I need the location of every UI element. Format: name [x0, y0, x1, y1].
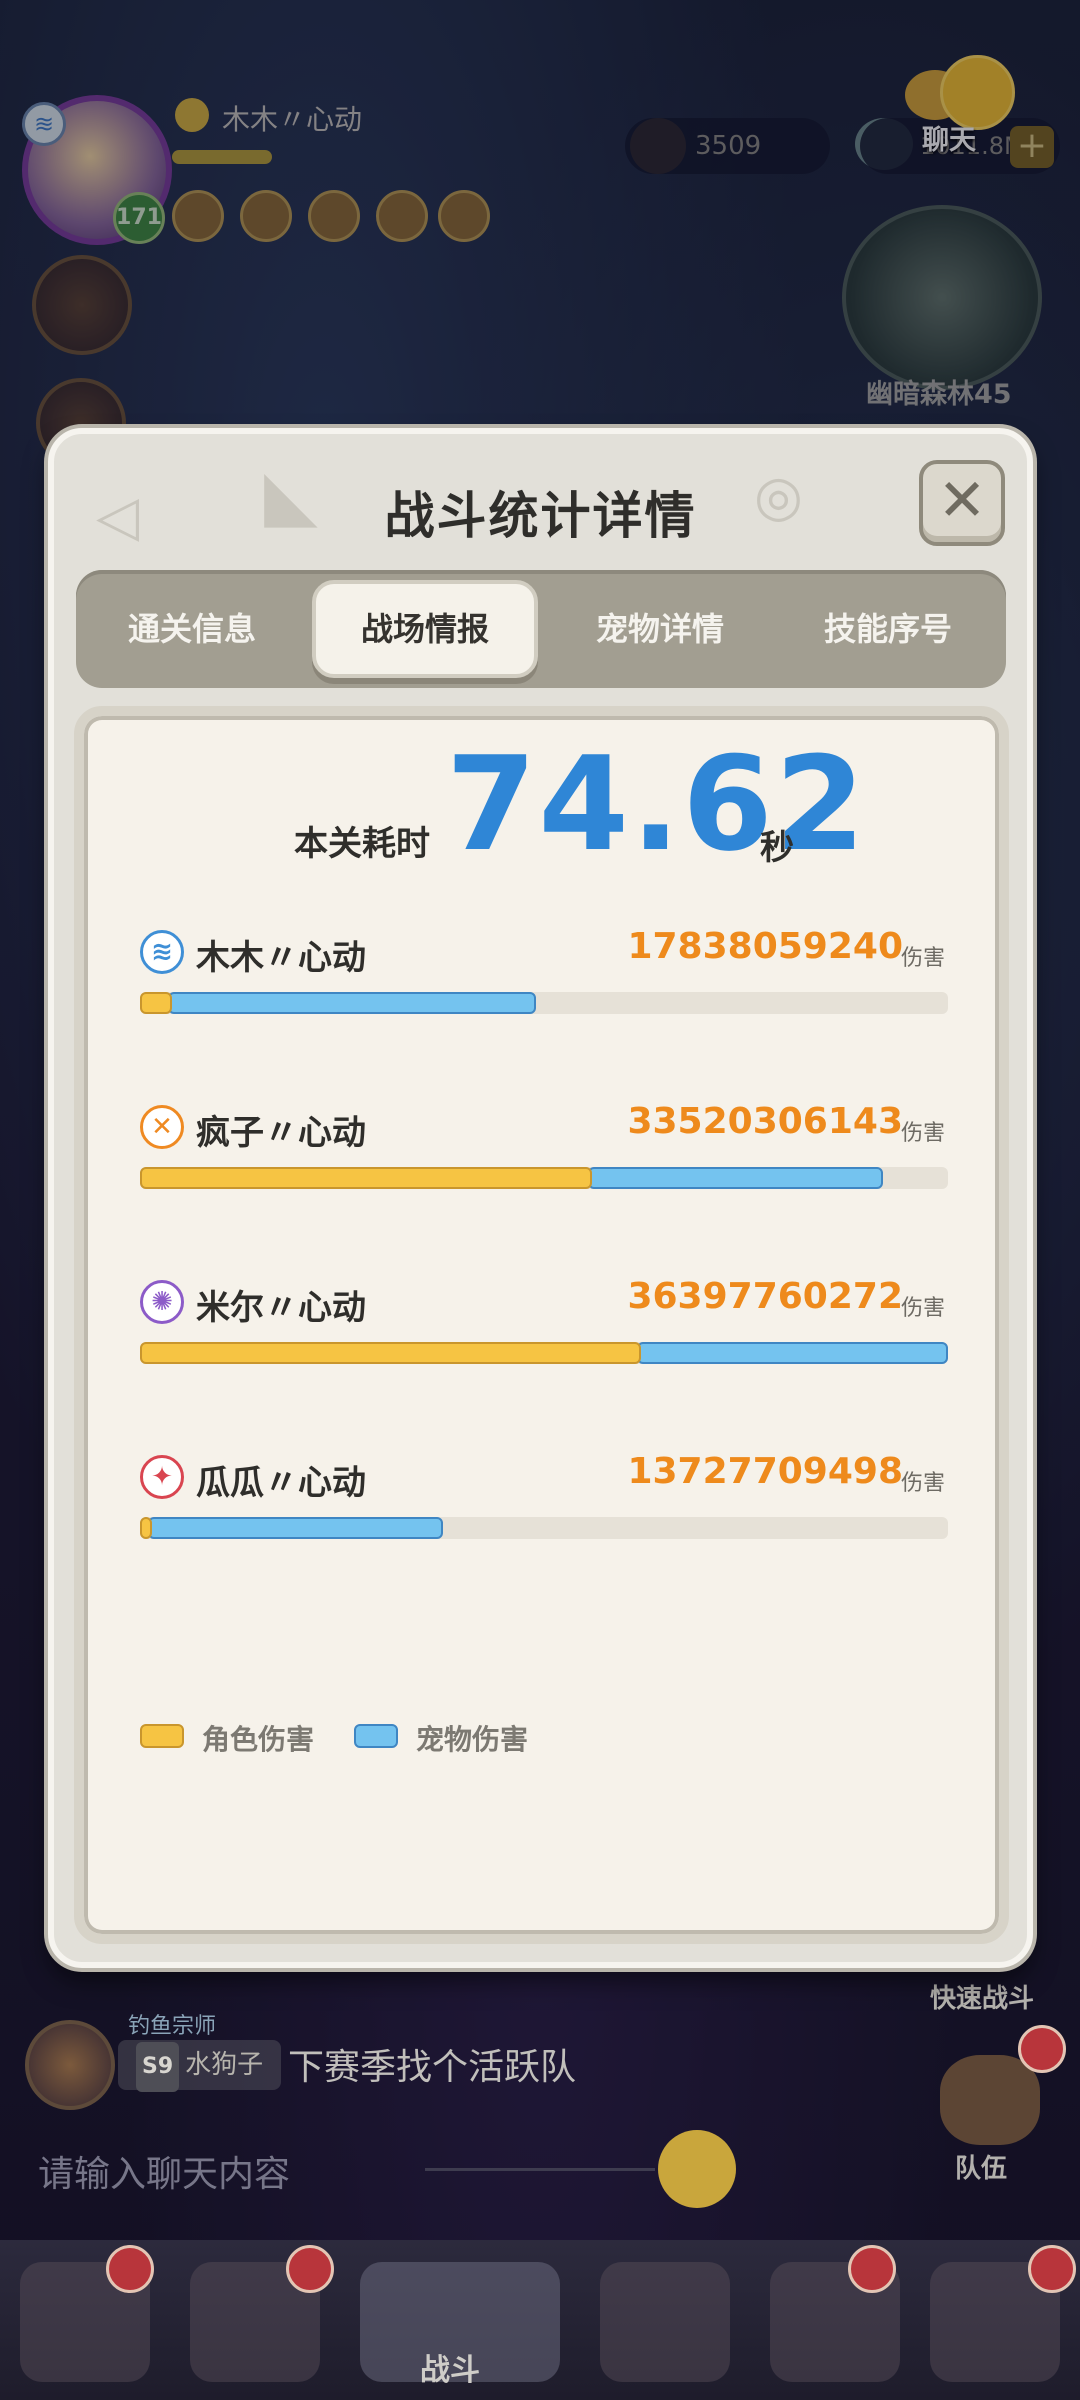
- notification-dot-icon: [1028, 2245, 1076, 2293]
- damage-value: 17838059240: [627, 926, 903, 967]
- legend-char-swatch: [140, 1724, 184, 1748]
- legend-char-label: 角色伤害: [202, 1723, 315, 1756]
- player-name: 瓜瓜〃心动: [196, 1463, 366, 1503]
- magic-class-icon: ✺: [140, 1280, 184, 1324]
- team-button[interactable]: 队伍: [955, 2148, 1007, 2185]
- damage-unit: 伤害: [900, 946, 945, 971]
- time-unit: 秒: [760, 828, 794, 868]
- char-damage-bar: [140, 1342, 641, 1364]
- fighter-class-icon: ✦: [140, 1455, 184, 1499]
- char-damage-bar: [140, 992, 172, 1014]
- player-damage-row: ✕ 疯子〃心动 33520306143 伤害: [84, 1101, 999, 1221]
- chat-message: 下赛季找个活跃队: [288, 2047, 577, 2088]
- damage-unit: 伤害: [900, 1121, 945, 1146]
- team-icon[interactable]: [940, 2055, 1040, 2145]
- pet-damage-bar: [148, 1517, 443, 1539]
- chat-input[interactable]: 请输入聊天内容: [38, 2145, 290, 2197]
- time-label: 本关耗时: [294, 824, 430, 864]
- emoji-button[interactable]: [658, 2130, 736, 2208]
- team-notification-icon: [1018, 2025, 1066, 2073]
- wind-class-icon: ≋: [140, 930, 184, 974]
- pet-damage-bar: [588, 1167, 883, 1189]
- damage-value: 36397760272: [627, 1276, 903, 1317]
- quick-battle-button[interactable]: 快速战斗: [930, 1978, 1034, 2015]
- nav-tab-4[interactable]: [600, 2262, 730, 2382]
- pet-damage-bar: [168, 992, 536, 1014]
- pet-damage-bar: [637, 1342, 948, 1364]
- tab-skill-order[interactable]: 技能序号: [776, 580, 1000, 678]
- notification-dot-icon: [286, 2245, 334, 2293]
- player-name: 木木〃心动: [196, 938, 366, 978]
- close-button[interactable]: ✕: [919, 460, 1005, 546]
- chat-sender-avatar[interactable]: [25, 2020, 115, 2110]
- damage-unit: 伤害: [900, 1296, 945, 1321]
- time-value: 74.62: [446, 728, 868, 880]
- player-damage-row: ✦ 瓜瓜〃心动 13727709498 伤害: [84, 1451, 999, 1571]
- battle-stats-modal: ◁ ◣ ◎ 战斗统计详情 ✕ 通关信息 战场情报 宠物详情 技能序号 本关耗时 …: [48, 428, 1033, 1968]
- tab-pet-details[interactable]: 宠物详情: [550, 580, 770, 678]
- legend-pet-swatch: [354, 1724, 398, 1748]
- chat-input-underline: [425, 2168, 655, 2171]
- damage-value: 33520306143: [627, 1101, 903, 1142]
- player-damage-row: ≋ 木木〃心动 17838059240 伤害: [84, 926, 999, 1046]
- damage-value: 13727709498: [627, 1451, 903, 1492]
- tab-clear-info[interactable]: 通关信息: [82, 580, 302, 678]
- damage-unit: 伤害: [900, 1471, 945, 1496]
- player-name: 疯子〃心动: [196, 1113, 366, 1153]
- notification-dot-icon: [106, 2245, 154, 2293]
- nav-battle-label[interactable]: 战斗: [420, 2345, 480, 2389]
- chat-sender-name: 水狗子: [185, 2050, 264, 2080]
- battle-intel-panel: 本关耗时 74.62 秒 ≋ 木木〃心动 17838059240 伤害 ✕ 疯子〃心动 33…: [74, 706, 1009, 1944]
- chat-sender-tag: S9 水狗子: [118, 2040, 282, 2092]
- notification-dot-icon: [848, 2245, 896, 2293]
- chat-sender-title: 钓鱼宗师: [128, 2014, 217, 2039]
- tab-bar: 通关信息 战场情报 宠物详情 技能序号: [76, 570, 1006, 688]
- player-name: 米尔〃心动: [196, 1288, 366, 1328]
- blade-class-icon: ✕: [140, 1105, 184, 1149]
- char-damage-bar: [140, 1167, 592, 1189]
- player-damage-row: ✺ 米尔〃心动 36397760272 伤害: [84, 1276, 999, 1396]
- season-badge: S9: [136, 2042, 180, 2092]
- tab-battle-intel[interactable]: 战场情报: [312, 580, 538, 678]
- modal-title: 战斗统计详情: [384, 487, 697, 545]
- char-damage-bar: [140, 1517, 152, 1539]
- legend-pet-label: 宠物伤害: [416, 1723, 529, 1756]
